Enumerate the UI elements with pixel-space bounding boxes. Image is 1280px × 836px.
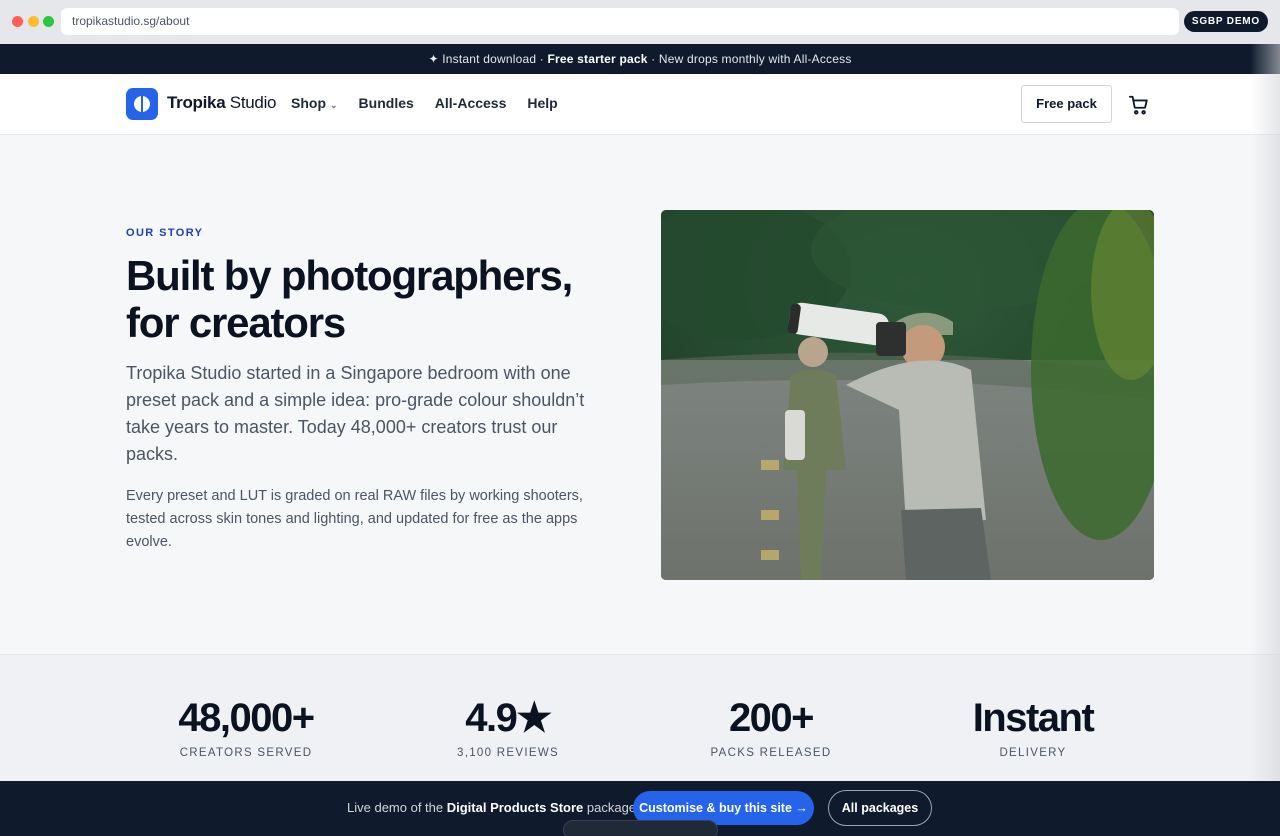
all-packages-button[interactable]: All packages bbox=[828, 790, 932, 826]
section-eyebrow: OUR STORY bbox=[126, 227, 204, 239]
close-window-icon[interactable] bbox=[12, 16, 23, 27]
stat-creators: 48,000+ CREATORS SERVED bbox=[116, 695, 376, 759]
announcement-suffix: · New drops monthly with All-Access bbox=[647, 52, 852, 66]
stat-value: 4.9★ bbox=[465, 696, 552, 740]
stat-delivery: Instant DELIVERY bbox=[903, 695, 1163, 759]
demo-note-package: Digital Products Store bbox=[446, 800, 584, 815]
free-pack-button[interactable]: Free pack bbox=[1021, 85, 1112, 123]
stat-packs: 200+ PACKS RELEASED bbox=[641, 695, 901, 759]
chevron-down-icon: ⌄ bbox=[330, 100, 338, 110]
hero-lead: Tropika Studio started in a Singapore be… bbox=[126, 363, 585, 464]
floating-toolbar[interactable] bbox=[563, 820, 718, 836]
logo-mark-icon[interactable] bbox=[126, 88, 158, 120]
nav-item-shop-label: Shop bbox=[291, 95, 326, 111]
browser-chrome: tropikastudio.sg/about SGBP DEMO bbox=[0, 0, 1280, 44]
cart-icon[interactable] bbox=[1128, 94, 1150, 116]
page-title: Built by photographers, for creators bbox=[126, 252, 573, 346]
nav-item-all-access[interactable]: All-Access bbox=[435, 95, 507, 111]
demo-badge: SGBP DEMO bbox=[1183, 11, 1268, 32]
stat-label: PACKS RELEASED bbox=[710, 747, 832, 759]
site-header: Tropika Studio Shop ⌄ Bundles All-Access … bbox=[0, 74, 1280, 135]
stat-value: Instant bbox=[972, 696, 1095, 740]
hero-body: Every preset and LUT is graded on real R… bbox=[126, 488, 583, 550]
announcement-prefix: ✦ Instant download · bbox=[428, 52, 548, 66]
demo-note-prefix: Live demo of the bbox=[347, 800, 447, 815]
hero-photo bbox=[661, 210, 1154, 580]
minimize-window-icon[interactable] bbox=[28, 16, 39, 27]
stats-band: 48,000+ CREATORS SERVED 4.9★ 3,100 REVIE… bbox=[0, 654, 1280, 781]
announcement-bar: ✦ Instant download · Free starter pack ·… bbox=[0, 44, 1280, 74]
address-bar[interactable]: tropikastudio.sg/about bbox=[61, 8, 1179, 35]
demo-note-suffix: package. bbox=[583, 800, 640, 815]
brand-name-bold: Tropika bbox=[167, 93, 226, 112]
announcement-highlight[interactable]: Free starter pack bbox=[547, 52, 647, 66]
photographers-image bbox=[661, 210, 1154, 580]
stat-label: 3,100 REVIEWS bbox=[457, 747, 559, 759]
stat-rating: 4.9★ 3,100 REVIEWS bbox=[378, 695, 638, 759]
demo-note: Live demo of the Digital Products Store … bbox=[347, 800, 640, 815]
nav-item-help[interactable]: Help bbox=[527, 95, 557, 111]
brand-name-rest: Studio bbox=[225, 93, 277, 112]
brand-name[interactable]: Tropika Studio bbox=[167, 93, 277, 113]
nav-item-shop[interactable]: Shop ⌄ bbox=[291, 95, 338, 111]
stat-value: 48,000+ bbox=[178, 696, 315, 740]
stat-label: CREATORS SERVED bbox=[179, 747, 313, 759]
main-nav: Shop ⌄ Bundles All-Access Help bbox=[291, 95, 558, 111]
stat-label: DELIVERY bbox=[999, 747, 1067, 759]
demo-bottom-bar: Live demo of the Digital Products Store … bbox=[0, 781, 1280, 836]
maximize-window-icon[interactable] bbox=[43, 16, 54, 27]
nav-item-bundles[interactable]: Bundles bbox=[359, 95, 414, 111]
stat-value: 200+ bbox=[728, 696, 815, 740]
